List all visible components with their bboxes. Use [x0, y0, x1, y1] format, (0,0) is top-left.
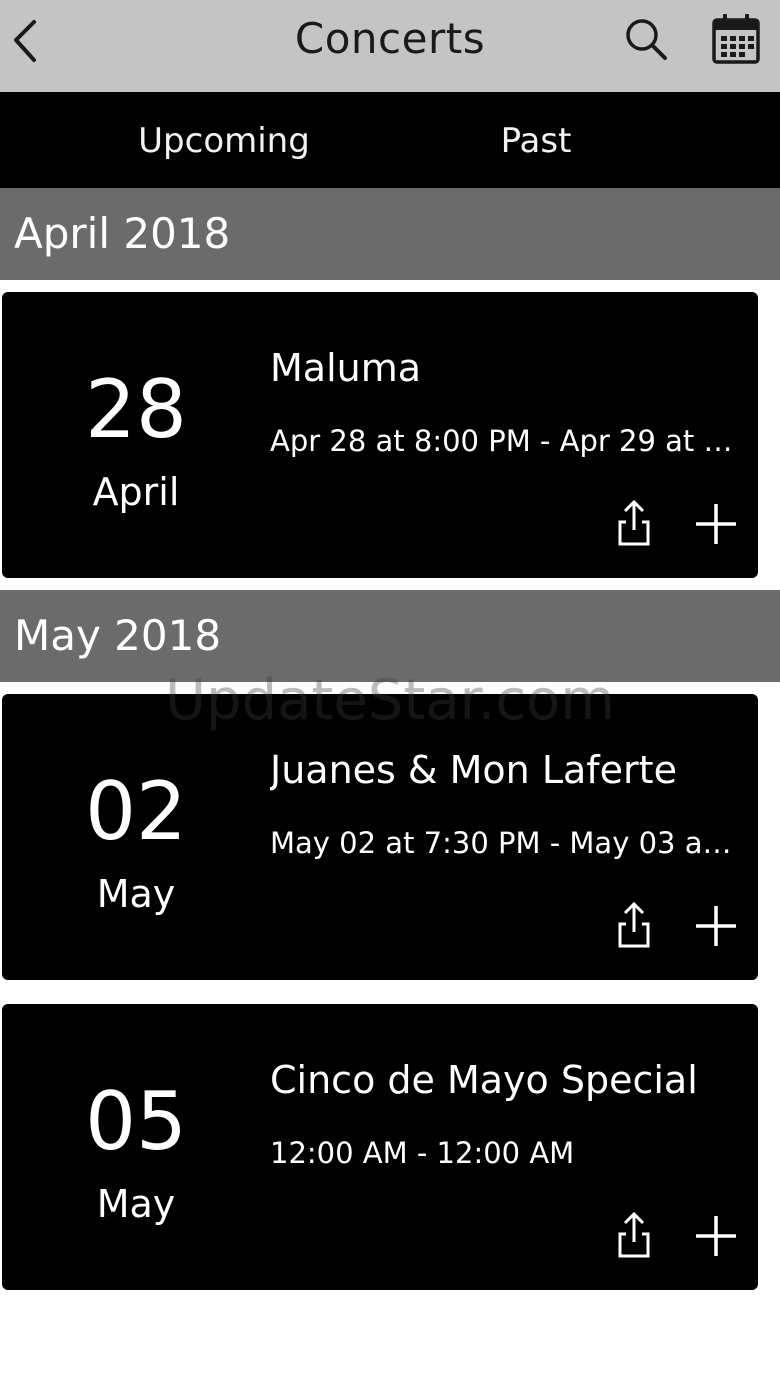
add-button[interactable] — [692, 500, 740, 548]
event-day: 05 — [85, 1075, 187, 1168]
section-heading: May 2018 — [14, 611, 222, 660]
event-card[interactable]: 28 April Maluma Apr 28 at 8:00 PM - Apr … — [2, 292, 758, 578]
event-name: Cinco de Mayo Special — [270, 1058, 698, 1102]
calendar-button[interactable] — [710, 12, 762, 66]
event-month: May — [96, 1182, 176, 1226]
event-time: May 02 at 7:30 PM - May 03 at 1... — [270, 826, 738, 860]
share-icon — [618, 901, 650, 948]
event-month: April — [92, 470, 180, 514]
plus-icon — [696, 504, 736, 544]
chevron-left-icon — [14, 20, 36, 62]
share-icon — [618, 499, 650, 546]
page-title: Concerts — [294, 14, 486, 63]
plus-icon — [696, 906, 736, 946]
event-day: 28 — [85, 363, 187, 456]
tab-past[interactable]: Past — [386, 92, 686, 188]
plus-icon — [696, 1216, 736, 1256]
event-name: Juanes & Mon Laferte — [270, 748, 677, 792]
event-card[interactable]: 05 May Cinco de Mayo Special 12:00 AM - … — [2, 1004, 758, 1290]
search-icon — [626, 19, 667, 60]
section-header: May 2018 — [0, 590, 780, 682]
event-name: Maluma — [270, 346, 422, 390]
share-button[interactable] — [612, 898, 656, 950]
tab-upcoming[interactable]: Upcoming — [74, 92, 374, 188]
event-day: 02 — [85, 765, 187, 858]
calendar-icon — [712, 14, 760, 64]
search-button[interactable] — [624, 14, 670, 64]
event-month: May — [96, 872, 176, 916]
event-time: 12:00 AM - 12:00 AM — [270, 1136, 575, 1170]
back-button[interactable] — [8, 16, 48, 66]
section-header: April 2018 — [0, 188, 780, 280]
share-icon — [618, 1211, 650, 1258]
add-button[interactable] — [692, 1212, 740, 1260]
tab-bar: Upcoming Past — [0, 92, 780, 188]
event-time: Apr 28 at 8:00 PM - Apr 29 at 12:... — [270, 424, 738, 458]
share-button[interactable] — [612, 496, 656, 548]
section-heading: April 2018 — [14, 209, 231, 258]
add-button[interactable] — [692, 902, 740, 950]
top-bar: Concerts — [0, 0, 780, 92]
share-button[interactable] — [612, 1208, 656, 1260]
event-card[interactable]: 02 May Juanes & Mon Laferte May 02 at 7:… — [2, 694, 758, 980]
